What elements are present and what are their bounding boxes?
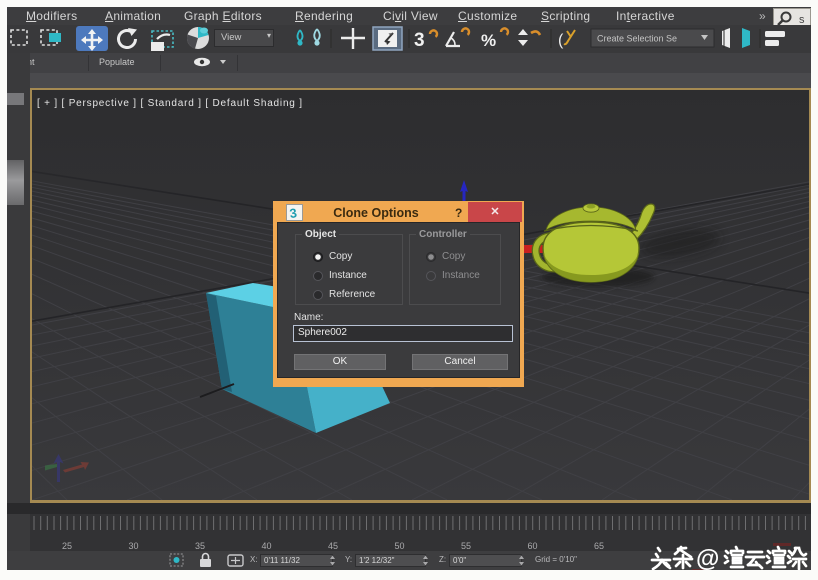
svg-text:65: 65 [594, 541, 604, 551]
svg-text:55: 55 [461, 541, 471, 551]
svg-text:3: 3 [414, 30, 425, 51]
svg-text:60: 60 [527, 541, 537, 551]
svg-text:50: 50 [394, 541, 404, 551]
svg-text:45: 45 [328, 541, 338, 551]
svg-text:@: @ [696, 546, 719, 571]
svg-text:25: 25 [62, 541, 72, 551]
svg-text:%: % [481, 31, 496, 50]
svg-text:Create Selection Se: Create Selection Se [597, 34, 677, 44]
svg-text:(: ( [558, 32, 564, 49]
svg-text:40: 40 [261, 541, 271, 551]
svg-text:30: 30 [128, 541, 138, 551]
svg-text:35: 35 [195, 541, 205, 551]
